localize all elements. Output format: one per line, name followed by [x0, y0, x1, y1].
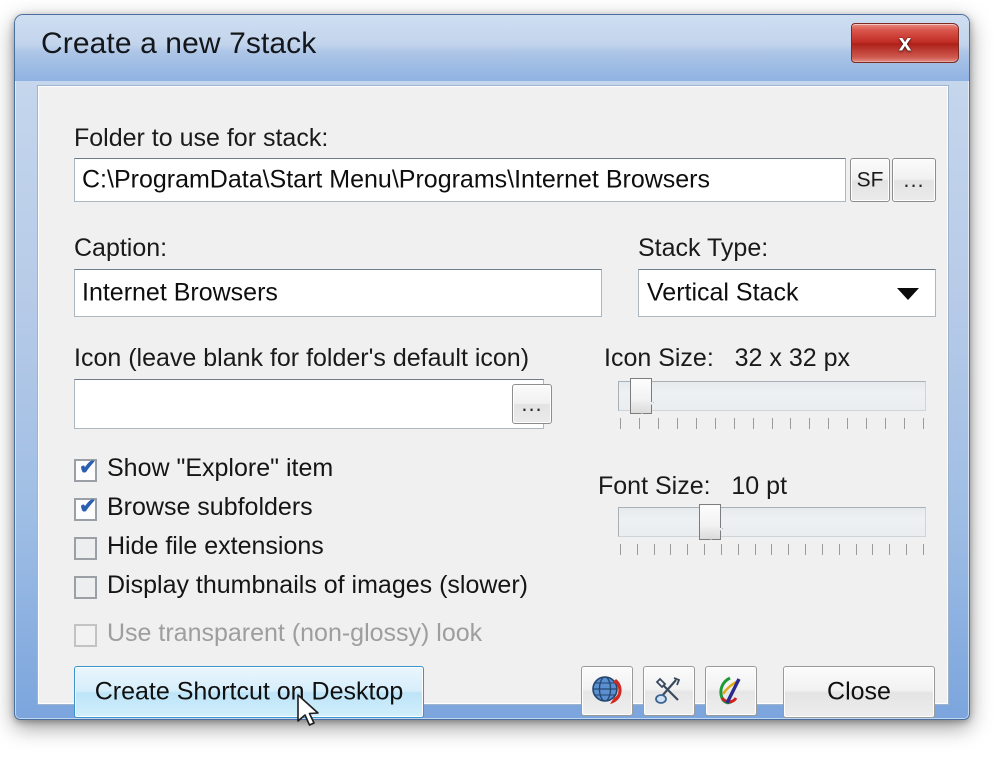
folder-browse-button[interactable]: ... [892, 158, 936, 202]
settings-tools-button[interactable] [643, 666, 695, 716]
icon-size-label-text: Icon Size: [604, 344, 714, 372]
close-dialog-label: Close [827, 677, 891, 706]
window-title: Create a new 7stack [41, 27, 317, 60]
create-shortcut-button[interactable]: Create Shortcut on Desktop [74, 666, 424, 718]
globe-icon [592, 676, 622, 704]
dialog-client-area: Folder to use for stack: C:\ProgramData\… [37, 85, 949, 718]
checkbox-label: Use transparent (non-glossy) look [107, 619, 483, 647]
stack-type-label: Stack Type: [638, 234, 769, 262]
font-size-label-text: Font Size: [598, 472, 711, 500]
icon-browse-button[interactable]: ... [512, 384, 552, 424]
icon-size-label: Icon Size: 32 x 32 px [604, 344, 850, 373]
web-info-button[interactable] [581, 666, 633, 716]
checkbox-label: Display thumbnails of images (slower) [107, 571, 528, 599]
caption-input[interactable]: Internet Browsers [74, 269, 602, 317]
about-button[interactable] [705, 666, 757, 716]
check-icon: ✔ [79, 495, 97, 518]
dialog-window: Create a new 7stack x Folder to use for … [14, 14, 970, 720]
stack-type-value: Vertical Stack [647, 278, 799, 307]
icon-path-label: Icon (leave blank for folder's default i… [74, 344, 530, 372]
close-button[interactable]: x [851, 23, 959, 63]
font-size-slider[interactable] [618, 504, 926, 540]
tools-icon [655, 677, 681, 704]
icon-size-slider-ticks [620, 418, 924, 430]
icon-path-input[interactable] [74, 379, 544, 429]
icon-size-slider-thumb[interactable] [630, 378, 652, 414]
close-dialog-button[interactable]: Close [783, 666, 935, 718]
checkbox-box: ✔ [74, 456, 97, 482]
folder-browse-label: ... [903, 167, 925, 192]
font-size-slider-thumb[interactable] [699, 504, 721, 540]
special-folder-label: SF [856, 168, 884, 192]
about-logo-icon [719, 676, 741, 705]
checkbox-label: Show "Explore" item [107, 454, 334, 482]
chevron-down-icon [897, 288, 919, 300]
font-size-value: 10 pt [731, 472, 788, 500]
create-shortcut-label: Create Shortcut on Desktop [94, 677, 404, 706]
special-folder-button[interactable]: SF [850, 158, 890, 202]
checkbox-label: Hide file extensions [107, 532, 324, 560]
checkbox-label: Browse subfolders [107, 493, 313, 521]
icon-size-slider[interactable] [618, 378, 926, 414]
caption-label: Caption: [74, 234, 168, 262]
checkbox-box: ✔ [74, 495, 97, 521]
title-bar[interactable]: Create a new 7stack x [15, 15, 969, 81]
close-icon: x [898, 29, 912, 56]
font-size-slider-ticks [620, 544, 924, 556]
caption-value: Internet Browsers [82, 278, 278, 307]
icon-size-value: 32 x 32 px [734, 344, 850, 372]
stack-type-select[interactable]: Vertical Stack [638, 269, 936, 317]
folder-path-input[interactable]: C:\ProgramData\Start Menu\Programs\Inter… [74, 158, 846, 202]
checkbox-box [74, 624, 97, 647]
folder-path-label: Folder to use for stack: [74, 124, 329, 152]
font-size-label: Font Size: 10 pt [598, 472, 787, 501]
folder-path-value: C:\ProgramData\Start Menu\Programs\Inter… [82, 165, 711, 194]
checkbox-box [74, 537, 97, 560]
check-icon: ✔ [79, 456, 97, 479]
icon-browse-label: ... [521, 391, 543, 416]
checkbox-box [74, 576, 97, 599]
